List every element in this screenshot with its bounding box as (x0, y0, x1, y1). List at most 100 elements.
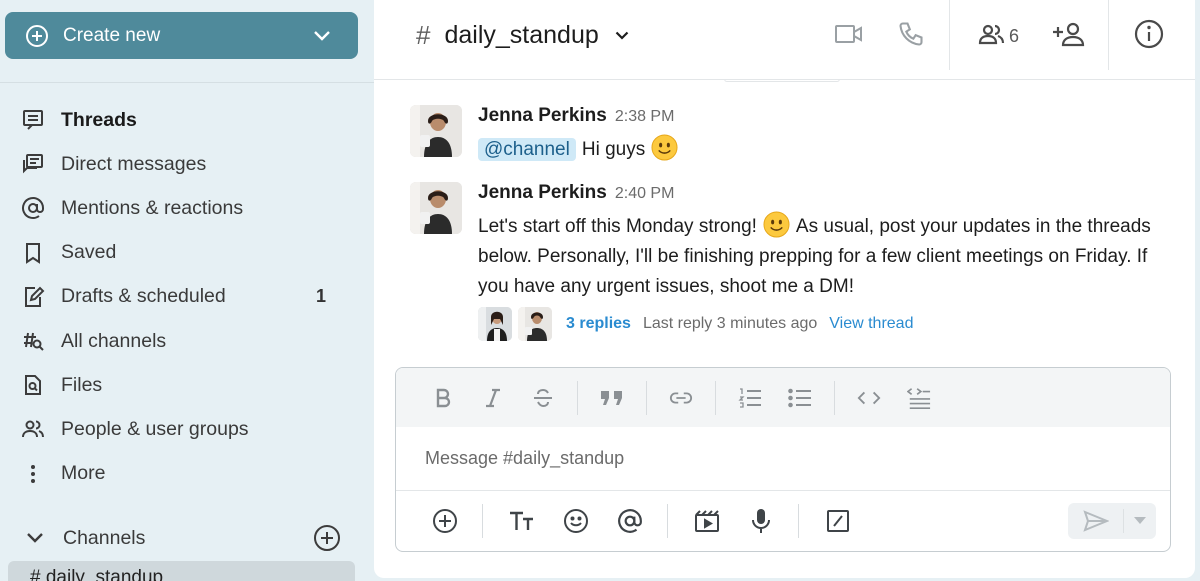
channel-info-button[interactable] (1132, 19, 1166, 54)
draft-icon (20, 284, 46, 310)
sidebar: Create new Threads Direct messages Menti… (0, 0, 374, 581)
message-timestamp[interactable]: 2:38 PM (615, 108, 675, 126)
add-person-icon (1051, 21, 1085, 52)
message-author[interactable]: Jenna Perkins (478, 182, 607, 204)
mention-icon[interactable] (617, 508, 643, 534)
members-button[interactable]: 6 (974, 20, 1022, 52)
plus-circle-icon (25, 24, 49, 48)
channels-label: Channels (63, 526, 146, 549)
chevron-down-icon[interactable] (1124, 503, 1156, 539)
bold-icon[interactable] (431, 386, 455, 410)
avatar (478, 307, 512, 341)
bulleted-list-icon[interactable] (788, 386, 812, 410)
sidebar-item-more[interactable]: More (0, 452, 374, 496)
message-input[interactable] (425, 448, 1125, 469)
avatar[interactable] (410, 182, 462, 234)
create-new-button[interactable]: Create new (5, 12, 358, 59)
toolbar-separator (715, 380, 716, 415)
sidebar-nav: Threads Direct messages Mentions & react… (0, 98, 374, 496)
channels-section-header[interactable]: Channels (0, 518, 374, 558)
sidebar-item-label: Saved (61, 241, 117, 264)
formatting-toolbar (396, 368, 1170, 427)
bookmark-icon (20, 240, 46, 266)
sidebar-divider (0, 82, 374, 83)
header-separator (1108, 0, 1109, 70)
send-button[interactable] (1068, 503, 1123, 539)
message-composer (395, 367, 1171, 552)
audio-call-button[interactable] (894, 20, 928, 52)
sidebar-item-label: All channels (61, 329, 167, 352)
sidebar-item-label: Mentions & reactions (61, 196, 244, 219)
sidebar-item-label: Threads (61, 108, 137, 131)
phone-icon (897, 20, 925, 53)
view-thread-link[interactable]: View thread (829, 315, 913, 333)
header-separator (949, 0, 950, 70)
file-search-icon (20, 372, 46, 398)
slightly-smiling-emoji-icon (651, 134, 678, 161)
last-reply-text: Last reply 3 minutes ago (642, 315, 818, 332)
sidebar-item-label: People & user groups (61, 417, 249, 440)
sidebar-item-all-channels[interactable]: All channels (0, 319, 374, 363)
slash-command-icon[interactable] (825, 508, 851, 534)
link-icon[interactable] (669, 386, 693, 410)
attach-plus-icon[interactable] (432, 508, 458, 534)
numbered-list-icon[interactable] (738, 386, 762, 410)
channel-mention[interactable]: @channel (478, 138, 576, 161)
channel-title[interactable]: # daily_standup (416, 20, 631, 51)
chevron-down-icon[interactable] (312, 26, 332, 46)
message-timestamp[interactable]: 2:40 PM (615, 185, 675, 203)
message-item: Jenna Perkins 2:38 PM @channel Hi guys (410, 105, 1170, 165)
composer-actions (396, 491, 1170, 551)
italic-icon[interactable] (481, 386, 505, 410)
add-people-button[interactable] (1050, 20, 1086, 52)
scroll-indicator (724, 79, 840, 82)
toolbar-separator (482, 504, 483, 538)
message-body: Jenna Perkins 2:38 PM @channel Hi guys (478, 105, 1168, 165)
people-icon (20, 416, 46, 442)
avatar[interactable] (410, 105, 462, 157)
sidebar-item-files[interactable]: Files (0, 363, 374, 407)
info-icon (1134, 19, 1164, 54)
direct-messages-icon (20, 151, 46, 177)
text-format-icon[interactable] (509, 508, 535, 534)
thread-replies-row: 3 replies Last reply 3 minutes ago View … (478, 306, 1168, 342)
avatar (518, 307, 552, 341)
quote-icon[interactable] (600, 386, 624, 410)
message-text-part: Let's start off this Monday strong! (478, 216, 757, 237)
sidebar-item-saved[interactable]: Saved (0, 231, 374, 275)
code-block-icon[interactable] (907, 386, 931, 410)
video-clip-icon[interactable] (694, 508, 720, 534)
toolbar-separator (667, 504, 668, 538)
video-camera-icon (834, 23, 864, 50)
slightly-smiling-emoji-icon (763, 211, 790, 238)
sidebar-item-people[interactable]: People & user groups (0, 407, 374, 451)
hash-icon: # (416, 20, 431, 50)
code-icon[interactable] (857, 386, 881, 410)
emoji-icon[interactable] (563, 508, 589, 534)
sidebar-item-mentions[interactable]: Mentions & reactions (0, 186, 374, 230)
sidebar-channel-daily-standup[interactable]: # daily_standup (8, 561, 355, 581)
message-author[interactable]: Jenna Perkins (478, 105, 607, 127)
message-item: Jenna Perkins 2:40 PM Let's start off th… (410, 182, 1170, 347)
sidebar-item-label: Drafts & scheduled (61, 285, 226, 308)
toolbar-separator (834, 380, 835, 415)
message-text: Let's start off this Monday strong! As us… (478, 211, 1168, 302)
send-button-group (1068, 503, 1156, 539)
strikethrough-icon[interactable] (531, 386, 555, 410)
create-new-label: Create new (63, 24, 161, 46)
message-text-part: Hi guys (581, 139, 646, 160)
main-panel: # daily_standup 6 Jenna Perkins 2:38 PM … (374, 0, 1195, 578)
add-channel-icon[interactable] (312, 523, 342, 553)
video-call-button[interactable] (832, 20, 866, 52)
message-input-area[interactable] (396, 427, 1170, 491)
chevron-down-icon[interactable] (24, 527, 46, 549)
sidebar-item-threads[interactable]: Threads (0, 98, 374, 142)
channel-header: # daily_standup 6 (374, 0, 1195, 80)
thread-replies-link[interactable]: 3 replies (566, 315, 631, 333)
sidebar-item-drafts[interactable]: Drafts & scheduled 1 (0, 275, 374, 319)
toolbar-separator (577, 380, 578, 415)
microphone-icon[interactable] (748, 508, 774, 534)
at-sign-icon (20, 195, 46, 221)
sidebar-item-direct-messages[interactable]: Direct messages (0, 142, 374, 186)
more-vertical-icon (20, 461, 46, 487)
